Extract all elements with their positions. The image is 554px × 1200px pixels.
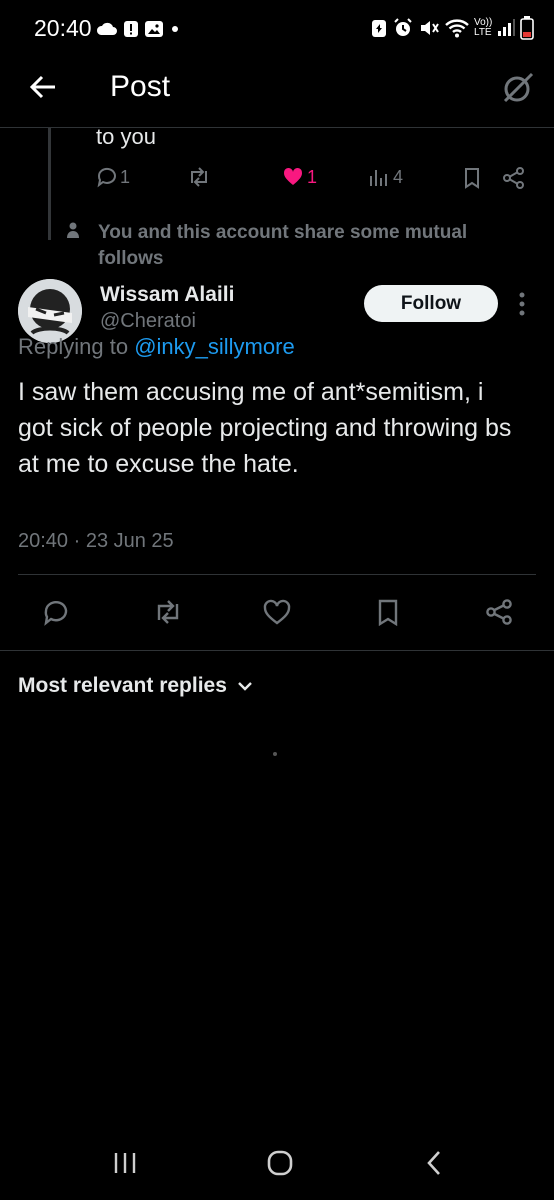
bookmark-icon [376, 598, 400, 626]
bookmark-button[interactable] [376, 598, 400, 626]
cloud-icon [96, 21, 118, 37]
replies-sort-label: Most relevant replies [18, 674, 227, 697]
person-icon [66, 222, 80, 240]
actions-divider [0, 650, 554, 651]
battery-icon [520, 16, 535, 40]
more-options-button[interactable] [516, 290, 528, 318]
tweet-timestamp[interactable]: 20:40 · 23 Jun 25 [18, 530, 174, 553]
loading-indicator [273, 752, 277, 756]
replying-to-prefix: Replying to [18, 334, 129, 359]
more-vertical-icon [516, 290, 528, 318]
page-title: Post [110, 70, 171, 103]
grok-button[interactable] [500, 70, 536, 106]
status-left-icons [96, 19, 182, 39]
retweet-icon [152, 598, 184, 626]
recent-apps-button[interactable] [112, 1150, 138, 1176]
thread-line [48, 128, 51, 240]
follow-button[interactable]: Follow [364, 285, 498, 322]
heart-filled-icon [282, 166, 304, 188]
grok-icon [500, 70, 536, 106]
prev-bookmark-action[interactable] [462, 167, 482, 189]
back-button[interactable] [28, 72, 58, 102]
alarm-icon [392, 17, 414, 39]
prev-reply-action[interactable]: 1 [96, 166, 130, 188]
reply-button[interactable] [42, 598, 70, 626]
status-right-icons: Vo)) LTE [370, 16, 535, 40]
data-saver-icon [370, 17, 388, 39]
signal-icon [496, 18, 516, 38]
share-icon [502, 167, 526, 189]
nav-back-icon [424, 1149, 444, 1177]
prev-share-action[interactable] [502, 167, 526, 189]
retweet-icon [186, 166, 212, 188]
volte-label: Vo)) LTE [474, 17, 493, 38]
alert-icon [122, 19, 140, 39]
replying-to-handle[interactable]: @inky_sillymore [134, 334, 294, 359]
reply-icon [42, 598, 70, 626]
prev-retweet-action[interactable] [186, 166, 212, 188]
author-handle[interactable]: @Cheratoi [100, 310, 196, 333]
reply-icon [96, 166, 118, 188]
mute-icon [418, 17, 440, 39]
top-app-bar: Post [0, 58, 554, 128]
prev-views-action[interactable]: 4 [368, 166, 403, 188]
gallery-icon [144, 19, 164, 39]
wifi-icon [444, 17, 470, 39]
tweet-text: I saw them accusing me of ant*semitism, … [18, 378, 512, 478]
views-icon [368, 166, 390, 188]
status-bar: 20:40 Vo)) LTE [0, 0, 554, 58]
share-button[interactable] [484, 598, 514, 626]
prev-tweet-text: to you [96, 124, 156, 149]
back-arrow-icon [28, 72, 58, 102]
author-name[interactable]: Wissam Alaili [100, 283, 234, 307]
retweet-button[interactable] [152, 598, 184, 626]
header-divider [0, 127, 554, 128]
home-button[interactable] [266, 1149, 294, 1177]
home-icon [266, 1149, 294, 1177]
replies-sort-dropdown[interactable]: Most relevant replies [18, 674, 253, 698]
timestamp-divider [18, 574, 536, 575]
recent-apps-icon [112, 1150, 138, 1176]
heart-icon [262, 598, 292, 626]
notification-dot-icon [168, 22, 182, 36]
replying-to: Replying to @inky_sillymore [18, 334, 295, 360]
nav-back-button[interactable] [424, 1149, 444, 1177]
share-icon [484, 598, 514, 626]
chevron-down-icon [237, 680, 253, 692]
social-context: You and this account share some mutual f… [98, 222, 468, 269]
prev-like-action[interactable]: 1 [282, 166, 317, 188]
like-button[interactable] [262, 598, 292, 626]
bookmark-icon [462, 167, 482, 189]
status-time: 20:40 [34, 15, 92, 41]
